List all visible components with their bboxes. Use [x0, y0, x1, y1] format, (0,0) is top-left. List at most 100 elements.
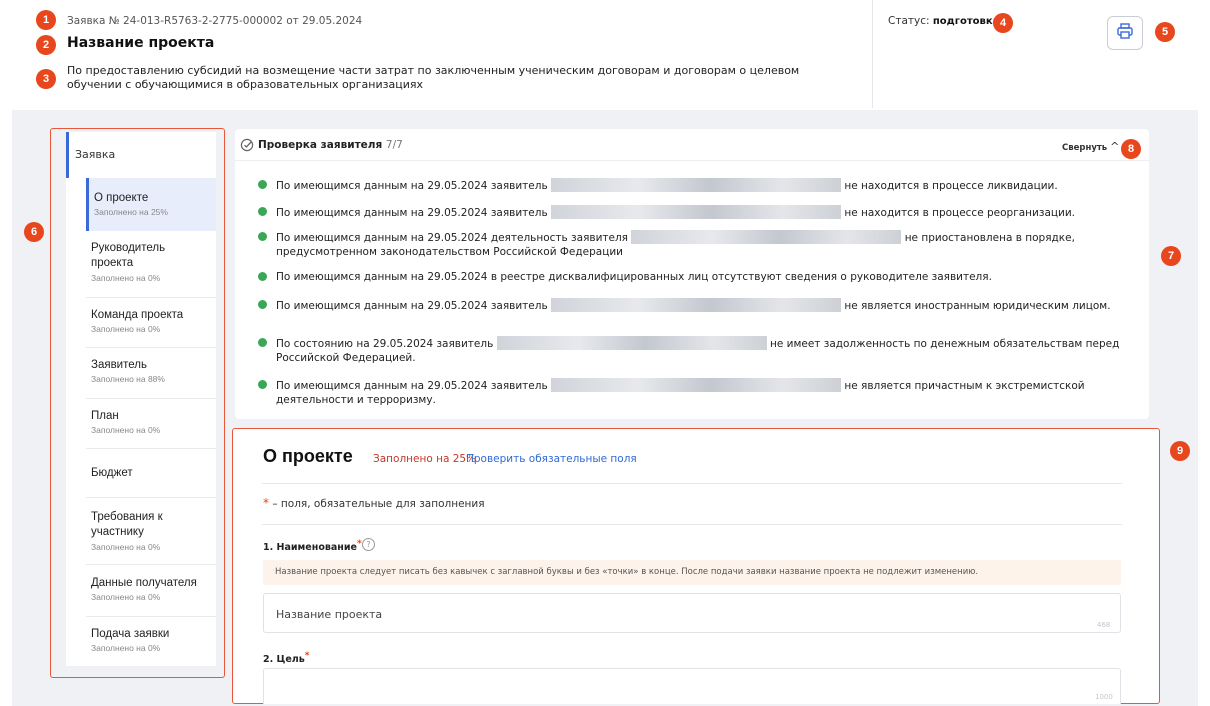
- field-label-text: 2. Цель: [263, 654, 305, 665]
- project-name-input[interactable]: Название проекта: [263, 593, 1121, 633]
- section-divider: [262, 524, 1122, 525]
- print-button[interactable]: [1107, 16, 1143, 50]
- annotation-marker: 2: [36, 35, 56, 55]
- check-success-icon: [258, 180, 267, 189]
- check-text: По имеющимся данным на 29.05.2024 заявит…: [276, 180, 548, 192]
- char-counter: 468: [1097, 621, 1111, 629]
- sidebar-item-progress: Заполнено на 0%: [91, 425, 161, 435]
- sidebar-root-application[interactable]: Заявка: [66, 132, 216, 178]
- required-star: *: [304, 651, 310, 661]
- collapse-label: Свернуть: [1062, 143, 1108, 153]
- redacted-entity: [631, 230, 902, 244]
- applicant-check-title: Проверка заявителя 7/7: [258, 139, 403, 151]
- sidebar-item-label: Данные получателя: [91, 577, 197, 589]
- check-text-tail: не является иностранным юридическим лицо…: [844, 300, 1111, 312]
- sidebar-item-progress: Заполнено на 88%: [91, 374, 165, 384]
- annotation-marker: 9: [1170, 441, 1190, 461]
- section-divider: [262, 483, 1122, 484]
- sidebar-item-label: Руководитель проекта: [91, 242, 166, 269]
- check-count: 7/7: [385, 139, 403, 151]
- project-description: По предоставлению субсидий на возмещение…: [67, 64, 800, 91]
- application-header: Заявка № 24-013-R5763-2-2775-000002 от 2…: [0, 0, 1210, 110]
- sidebar-item-progress: Заполнено на 0%: [91, 542, 161, 552]
- redacted-entity: [551, 378, 841, 392]
- project-name-value: Название проекта: [276, 608, 383, 621]
- sidebar-item-participant-requirements[interactable]: Требования к участнику Заполнено на 0%: [86, 510, 216, 560]
- sidebar-item-label: О проекте: [94, 192, 149, 204]
- check-success-icon: [258, 380, 267, 389]
- sidebar-item-label: Бюджет: [91, 467, 133, 479]
- redacted-entity: [496, 336, 767, 350]
- sidebar-item-about-project[interactable]: О проекте Заполнено на 25%: [86, 178, 216, 231]
- required-star: *: [263, 496, 269, 510]
- check-text-tail: не находится в процессе ликвидации.: [844, 180, 1058, 192]
- check-title-text: Проверка заявителя: [258, 139, 383, 151]
- check-text: По имеющимся данным на 29.05.2024 заявит…: [276, 300, 548, 312]
- check-success-icon: [258, 338, 267, 347]
- sidebar-divider: [86, 616, 216, 617]
- chevron-up-icon: ^: [1110, 140, 1120, 153]
- check-success-icon: [258, 272, 267, 281]
- section-fill-status: Заполнено на 25%: [373, 453, 477, 465]
- annotation-marker: 7: [1161, 246, 1181, 266]
- check-text-tail: не находится в процессе реорганизации.: [844, 207, 1076, 219]
- sidebar-item-label: План: [91, 410, 119, 422]
- check-badge-icon: [240, 137, 254, 156]
- annotation-marker: 3: [36, 69, 56, 89]
- header-divider: [872, 0, 873, 108]
- redacted-entity: [551, 298, 841, 312]
- redacted-entity: [551, 205, 841, 219]
- sidebar-item-recipient-data[interactable]: Данные получателя Заполнено на 0%: [86, 577, 216, 615]
- field-name-label: 1. Наименование*: [263, 539, 362, 553]
- panel-header-divider: [235, 160, 1149, 161]
- sidebar-divider: [86, 564, 216, 565]
- check-text: По имеющимся данным на 29.05.2024 заявит…: [276, 207, 548, 219]
- check-text: По имеющимся данным на 29.05.2024 заявит…: [276, 380, 548, 392]
- sidebar-item-progress: Заполнено на 25%: [94, 207, 168, 217]
- check-text: По состоянию на 29.05.2024 заявитель: [276, 338, 494, 350]
- sidebar-item-progress: Заполнено на 0%: [91, 592, 161, 602]
- required-fields-note: * – поля, обязательные для заполнения: [263, 496, 485, 510]
- char-counter: 1000: [1095, 693, 1113, 701]
- check-text: По имеющимся данным на 29.05.2024 в реес…: [276, 271, 992, 283]
- field-hint: Название проекта следует писать без кавы…: [263, 560, 1121, 585]
- sidebar-divider: [86, 297, 216, 298]
- annotation-marker: 6: [24, 222, 44, 242]
- sidebar-item-label: Требования к участнику: [91, 511, 163, 538]
- sidebar-divider: [86, 448, 216, 449]
- redacted-entity: [551, 178, 841, 192]
- application-number: Заявка № 24-013-R5763-2-2775-000002 от 2…: [67, 15, 363, 27]
- sidebar-item-progress: Заполнено на 0%: [91, 273, 161, 283]
- sidebar-item-submit-application[interactable]: Подача заявки Заполнено на 0%: [86, 628, 216, 666]
- field-goal-label: 2. Цель*: [263, 651, 309, 665]
- check-success-icon: [258, 207, 267, 216]
- check-required-fields-link[interactable]: Проверить обязательные поля: [466, 453, 637, 465]
- sidebar-item-project-team[interactable]: Команда проекта Заполнено на 0%: [86, 309, 216, 347]
- collapse-button[interactable]: Свернуть ^: [1062, 140, 1119, 153]
- sidebar-item-label: Команда проекта: [91, 309, 184, 321]
- sidebar-item-label: Заявитель: [91, 359, 147, 371]
- status-line: Статус: подготовка: [888, 15, 999, 27]
- required-star: *: [356, 539, 362, 549]
- sidebar-divider: [86, 497, 216, 498]
- annotation-marker: 5: [1155, 22, 1175, 42]
- sidebar-item-budget[interactable]: Бюджет: [86, 467, 216, 495]
- sidebar-item-progress: Заполнено на 0%: [91, 324, 161, 334]
- status-value: подготовка: [932, 16, 1000, 27]
- sidebar-divider: [86, 347, 216, 348]
- project-title: Название проекта: [67, 35, 215, 51]
- annotation-marker: 1: [36, 10, 56, 30]
- sidebar-item-project-leader[interactable]: Руководитель проекта Заполнено на 0%: [86, 241, 216, 296]
- sidebar-item-label: Подача заявки: [91, 628, 170, 640]
- project-goal-input[interactable]: [263, 668, 1121, 704]
- help-icon[interactable]: ?: [362, 538, 375, 551]
- printer-icon: [1116, 22, 1134, 44]
- required-note-text: – поля, обязательные для заполнения: [272, 498, 485, 510]
- sidebar-item-progress: Заполнено на 0%: [91, 643, 161, 653]
- sidebar-item-plan[interactable]: План Заполнено на 0%: [86, 410, 216, 448]
- annotation-marker: 4: [993, 13, 1013, 33]
- section-title: О проекте: [263, 446, 353, 466]
- sidebar-item-applicant[interactable]: Заявитель Заполнено на 88%: [86, 359, 216, 397]
- sidebar-divider: [86, 398, 216, 399]
- status-label: Статус:: [888, 15, 930, 27]
